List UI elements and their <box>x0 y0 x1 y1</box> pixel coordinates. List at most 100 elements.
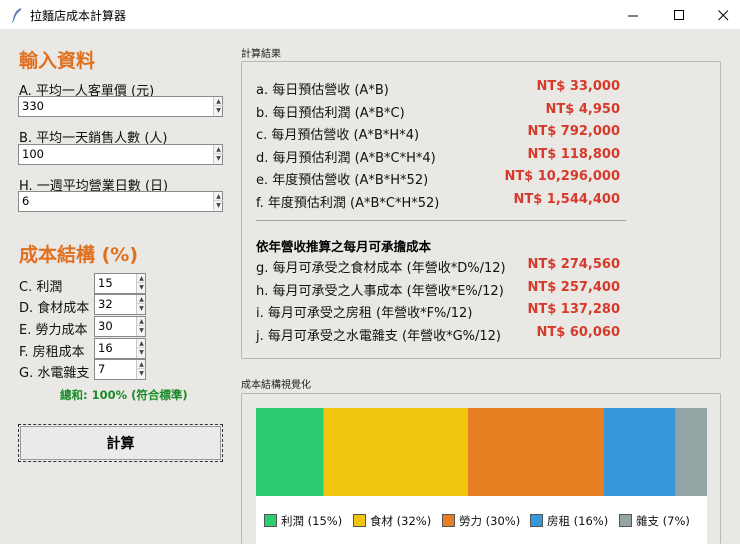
result-label: f. 年度預估利潤 (A*B*C*H*52) <box>256 196 440 211</box>
calculate-button[interactable]: 計算 <box>18 424 223 462</box>
days-spinner[interactable]: ▲ ▼ <box>213 192 223 211</box>
legend-swatch <box>264 514 277 527</box>
maximize-button[interactable] <box>656 0 702 30</box>
rent-pct-input[interactable]: 16 ▲ ▼ <box>94 338 146 359</box>
monthly-amount: NT$ 274,560 <box>527 257 620 272</box>
spin-up-icon[interactable]: ▲ <box>137 295 146 304</box>
legend-label: 勞力 (30%) <box>459 514 521 528</box>
results-group-label: 計算結果 <box>241 49 281 60</box>
legend-swatch <box>353 514 366 527</box>
profit-pct-input[interactable]: 15 ▲ ▼ <box>94 273 146 294</box>
spin-up-icon[interactable]: ▲ <box>214 97 223 106</box>
spin-up-icon[interactable]: ▲ <box>137 360 146 369</box>
monthly-amount: NT$ 257,400 <box>527 280 620 295</box>
cost-label-profit: C. 利潤 <box>19 280 63 295</box>
bar-segment-1 <box>256 408 324 496</box>
total-status: 總和: 100% (符合標準) <box>60 388 188 402</box>
bar-segment-2 <box>323 408 468 496</box>
spin-up-icon[interactable]: ▲ <box>214 145 223 154</box>
labor-spinner[interactable]: ▲ ▼ <box>136 317 146 336</box>
customers-spinner[interactable]: ▲ ▼ <box>213 145 223 164</box>
legend-label: 房租 (16%) <box>547 514 609 528</box>
days-input[interactable]: 6 ▲ ▼ <box>18 191 223 212</box>
cost-structure-bar <box>256 408 707 496</box>
monthly-row: g. 每月可承受之食材成本 (年營收*D%/12) NT$ 274,560 <box>256 257 620 277</box>
monthly-subheading: 依年營收推算之每月可承擔成本 <box>256 239 432 254</box>
monthly-row: j. 每月可承受之水電雜支 (年營收*G%/12) NT$ 60,060 <box>256 325 620 345</box>
utilities-pct-value: 7 <box>98 362 106 376</box>
food-pct-input[interactable]: 32 ▲ ▼ <box>94 294 146 315</box>
spin-down-icon[interactable]: ▼ <box>137 369 146 378</box>
chart-group-label: 成本結構視覺化 <box>241 380 311 391</box>
rent-pct-value: 16 <box>98 341 113 355</box>
result-amount: NT$ 33,000 <box>536 79 620 94</box>
spin-down-icon[interactable]: ▼ <box>137 283 146 292</box>
close-button[interactable] <box>700 0 740 30</box>
result-amount: NT$ 10,296,000 <box>504 169 620 184</box>
monthly-row: h. 每月可承受之人事成本 (年營收*E%/12) NT$ 257,400 <box>256 280 620 300</box>
customers-input[interactable]: 100 ▲ ▼ <box>18 144 223 165</box>
legend-label: 雜支 (7%) <box>636 514 690 528</box>
spin-up-icon[interactable]: ▲ <box>137 317 146 326</box>
spin-up-icon[interactable]: ▲ <box>137 274 146 283</box>
utilities-spinner[interactable]: ▲ ▼ <box>136 360 146 379</box>
input-heading: 輸入資料 <box>19 50 96 72</box>
spin-down-icon[interactable]: ▼ <box>214 201 223 210</box>
result-label: a. 每日預估營收 (A*B) <box>256 83 389 98</box>
close-icon <box>717 9 728 20</box>
monthly-amount: NT$ 60,060 <box>536 325 620 340</box>
cost-label-rent: F. 房租成本 <box>19 345 85 360</box>
spin-up-icon[interactable]: ▲ <box>137 339 146 348</box>
legend-swatch <box>619 514 632 527</box>
cost-label-labor: E. 勞力成本 <box>19 323 88 338</box>
result-amount: NT$ 118,800 <box>527 147 620 162</box>
result-row: b. 每日預估利潤 (A*B*C) NT$ 4,950 <box>256 102 620 122</box>
cost-label-utilities: G. 水電雜支 <box>19 366 90 381</box>
title-bar: 拉麵店成本計算器 <box>0 0 740 30</box>
utilities-pct-input[interactable]: 7 ▲ ▼ <box>94 359 146 380</box>
rent-spinner[interactable]: ▲ ▼ <box>136 339 146 358</box>
price-input[interactable]: 330 ▲ ▼ <box>18 96 223 117</box>
maximize-icon <box>673 9 684 20</box>
bar-segment-4 <box>603 408 676 496</box>
result-amount: NT$ 792,000 <box>527 124 620 139</box>
legend-swatch <box>530 514 543 527</box>
result-row: f. 年度預估利潤 (A*B*C*H*52) NT$ 1,544,400 <box>256 192 620 212</box>
window-title: 拉麵店成本計算器 <box>30 9 127 23</box>
bar-segment-5 <box>675 408 707 496</box>
minimize-button[interactable] <box>610 0 656 30</box>
result-label: c. 每月預估營收 (A*B*H*4) <box>256 128 420 143</box>
result-label: b. 每日預估利潤 (A*B*C) <box>256 106 405 121</box>
legend-swatch <box>442 514 455 527</box>
food-pct-value: 32 <box>98 297 113 311</box>
monthly-label: j. 每月可承受之水電雜支 (年營收*G%/12) <box>256 329 502 344</box>
spin-down-icon[interactable]: ▼ <box>137 326 146 335</box>
customers-value: 100 <box>22 147 44 161</box>
minimize-icon <box>627 15 638 16</box>
spin-down-icon[interactable]: ▼ <box>137 348 146 357</box>
labor-pct-value: 30 <box>98 319 113 333</box>
monthly-label: i. 每月可承受之房租 (年營收*F%/12) <box>256 306 473 321</box>
profit-spinner[interactable]: ▲ ▼ <box>136 274 146 293</box>
spin-down-icon[interactable]: ▼ <box>214 106 223 115</box>
feather-icon <box>11 8 21 23</box>
spin-up-icon[interactable]: ▲ <box>214 192 223 201</box>
result-amount: NT$ 4,950 <box>545 102 620 117</box>
price-spinner[interactable]: ▲ ▼ <box>213 97 223 116</box>
result-label: d. 每月預估利潤 (A*B*C*H*4) <box>256 151 436 166</box>
result-row: d. 每月預估利潤 (A*B*C*H*4) NT$ 118,800 <box>256 147 620 167</box>
legend-label: 利潤 (15%) <box>281 514 343 528</box>
result-label: e. 年度預估營收 (A*B*H*52) <box>256 173 429 188</box>
results-divider <box>256 220 626 221</box>
monthly-row: i. 每月可承受之房租 (年營收*F%/12) NT$ 137,280 <box>256 302 620 322</box>
legend-label: 食材 (32%) <box>370 514 432 528</box>
food-spinner[interactable]: ▲ ▼ <box>136 295 146 314</box>
labor-pct-input[interactable]: 30 ▲ ▼ <box>94 316 146 337</box>
spin-down-icon[interactable]: ▼ <box>137 304 146 313</box>
price-value: 330 <box>22 99 44 113</box>
result-row: c. 每月預估營收 (A*B*H*4) NT$ 792,000 <box>256 124 620 144</box>
cost-heading: 成本結構 (%) <box>19 244 139 266</box>
spin-down-icon[interactable]: ▼ <box>214 154 223 163</box>
bar-segment-3 <box>467 408 604 496</box>
monthly-label: g. 每月可承受之食材成本 (年營收*D%/12) <box>256 261 506 276</box>
